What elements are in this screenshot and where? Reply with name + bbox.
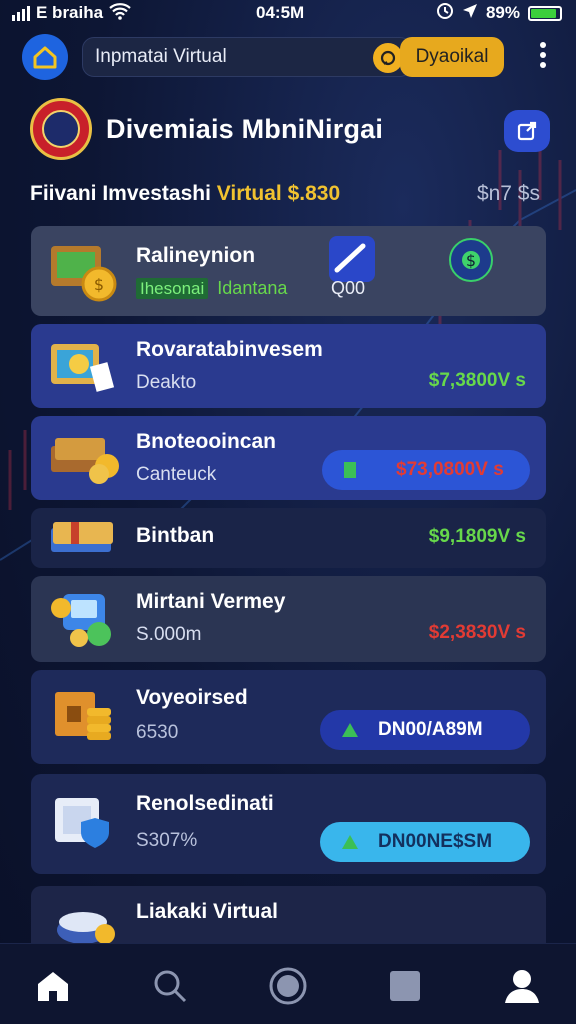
search-input[interactable]: Inpmatai Virtual [82,37,412,77]
nav-square[interactable] [383,964,427,1008]
up-arrow-icon [342,723,358,737]
card-title: Liakaki Virtual [136,900,279,923]
card-subtitle: Canteuck [136,464,217,485]
status-time: 04:5M [256,3,305,22]
search-text: Inpmatai Virtual [95,46,227,67]
card-title: Ralineynion [136,244,256,267]
home-button[interactable] [22,34,68,80]
card-value: $7,3800V s [428,370,526,391]
investment-card[interactable]: Bnoteooincan Canteuck $73,0800V s [31,416,546,500]
money-tablet-icon [51,344,115,392]
trade-button[interactable]: DN00NE$SM [320,822,530,862]
card-value: $2,3830V s [428,622,526,643]
wifi-icon [109,2,131,25]
square-icon [390,971,420,1001]
up-arrow-icon [342,835,358,849]
svg-text:$: $ [466,251,476,270]
investment-card[interactable]: Liakaki Virtual [31,886,546,946]
battery-percent: 89% [485,3,520,22]
button-label: DN00/A89M [378,719,483,740]
card-subtitle: 6530 [136,722,179,743]
card-title: Voyeoirsed [136,686,248,709]
button-label: DN00NE$SM [378,831,493,852]
cash-coin-icon: $ [51,246,117,302]
refresh-icon[interactable]: $ [449,238,493,282]
card-title: Bnoteooincan [136,430,276,453]
export-button[interactable] [504,110,550,152]
investment-card[interactable]: Renolsedinati S307% DN00NE$SM [31,774,546,874]
signal-icon [12,5,30,21]
card-subtitle: Idantana [217,278,288,298]
summary-right-value: $n7 $s [476,182,540,205]
security-box-icon [55,798,109,848]
svg-text:$: $ [94,275,104,294]
card-title: Rovaratabinvesem [136,338,323,361]
alarm-icon [436,2,454,25]
wallet-coins-icon [51,594,111,647]
search-submit-button[interactable] [373,43,403,73]
page-title: Divemiais MbniNirgai [106,114,384,144]
nav-record[interactable] [266,964,310,1008]
card-value: $73,0800V s [396,459,504,480]
more-menu-icon[interactable] [540,42,546,72]
investment-card[interactable]: Rovaratabinvesem Deakto $7,3800V s [31,324,546,408]
logo-emblem [30,98,92,160]
nav-home[interactable] [31,964,75,1008]
summary-highlight: Virtual $.830 [216,182,341,205]
investment-card[interactable]: $ Ralineynion Ihesonai Idantana Q00 $ [31,226,546,316]
export-icon [517,121,537,141]
trade-button[interactable]: $73,0800V s [322,450,530,490]
trade-button[interactable]: DN00/A89M [320,710,530,750]
coin-jar-icon [57,912,115,944]
top-bar: Inpmatai Virtual Dyaoikal [22,34,554,80]
location-icon [462,3,478,24]
cash-bundle-icon [51,522,113,552]
chat-icon [380,50,396,66]
card-title: Renolsedinati [136,792,274,815]
home-icon [33,46,57,69]
card-subtitle: Deakto [136,372,197,393]
card-value: $9,1809V s [428,526,526,547]
card-subtitle: S307% [136,830,198,851]
chart-icon [329,236,375,282]
battery-icon [528,5,562,21]
nav-profile[interactable] [500,964,544,1008]
app-header: Divemiais MbniNirgai [30,98,550,164]
profile-icon [505,970,539,1003]
search-icon [154,970,187,1003]
portfolio-summary: Fiivani Imvestashi Virtual $.830 $n7 $s [30,182,546,212]
record-icon [269,967,307,1005]
summary-label: Fiivani Imvestashi [30,182,211,205]
nav-search[interactable] [148,964,192,1008]
card-value: Q00 [331,278,366,298]
carrier-name: E braiha [36,3,104,22]
coin-stack-icon [51,438,119,484]
box-coins-icon [55,692,111,740]
home-icon [38,972,68,1001]
action-button[interactable]: Dyaoikal [400,37,504,77]
gain-icon [344,462,356,478]
card-subtitle: S.000m [136,624,202,645]
card-title: Mirtani Vermey [136,590,286,613]
investment-card[interactable]: Bintban $9,1809V s [31,508,546,568]
card-title: Bintban [136,524,215,547]
status-bar: E braiha 04:5M 89% [0,0,576,26]
investment-card[interactable]: Voyeoirsed 6530 DN00/A89M [31,670,546,764]
card-badge: Ihesonai [136,278,209,299]
bottom-navigation [0,943,576,1024]
investment-card[interactable]: Mirtani Vermey S.000m $2,3830V s [31,576,546,662]
